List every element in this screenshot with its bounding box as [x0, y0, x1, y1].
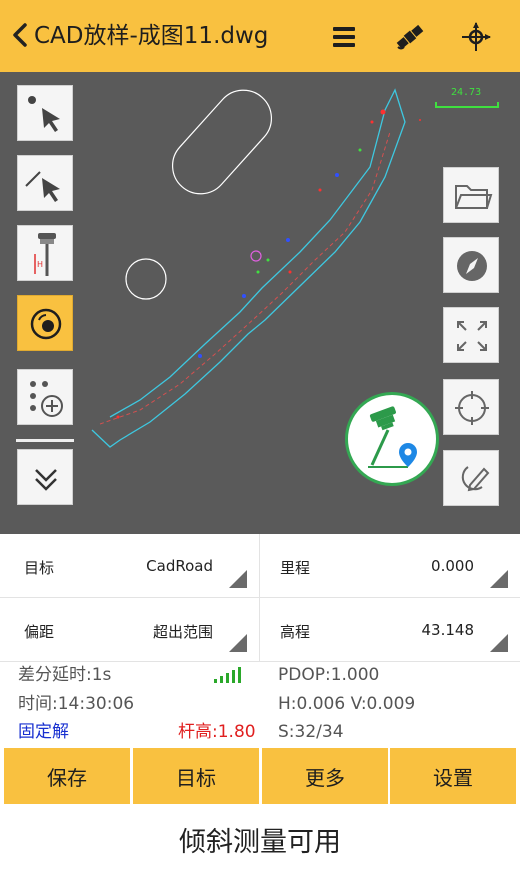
select-line-icon	[25, 171, 60, 202]
more-button[interactable]: 更多	[262, 748, 388, 804]
elevation-label: 高程	[280, 623, 311, 641]
rover-pole-icon: H	[34, 233, 56, 276]
satellite-count-text: S:32/34	[278, 722, 344, 742]
pole-height-text[interactable]: 杆高:1.80	[178, 721, 256, 743]
stakeout-info-panel: 目标 CadRoad 里程 0.000 偏距 超出范围 高程 43.148	[0, 534, 520, 662]
road-boundary	[91, 88, 406, 448]
locate-icon	[455, 391, 489, 425]
satellite-icon	[396, 24, 424, 50]
list-button[interactable]	[327, 20, 361, 54]
circle-shape	[125, 258, 167, 300]
fullscreen-tool[interactable]	[443, 307, 499, 363]
expand-down-icon	[35, 469, 57, 491]
settings-button[interactable]: 设置	[390, 748, 516, 804]
offset-value: 超出范围	[152, 623, 213, 641]
add-points-icon	[30, 381, 63, 417]
target-label: 目标	[24, 559, 55, 577]
mileage-value: 0.000	[431, 557, 474, 575]
locate-button[interactable]	[459, 20, 493, 54]
elevation-field[interactable]: 高程 43.148	[260, 598, 520, 662]
target-lock-tool[interactable]	[17, 295, 73, 351]
toolbar-divider	[16, 439, 74, 442]
tilt-survey-notice: 倾斜测量可用	[179, 827, 341, 858]
select-line-tool[interactable]	[17, 155, 73, 211]
time-text: 时间:14:30:06	[18, 694, 135, 714]
elevation-value: 43.148	[421, 621, 475, 639]
gnss-receiver-button[interactable]	[345, 392, 439, 486]
expand-tools-button[interactable]	[17, 449, 73, 505]
scale-label: 24.73	[451, 87, 482, 98]
locate-tool[interactable]	[443, 379, 499, 435]
capsule-shape	[171, 89, 273, 195]
gnss-receiver-icon	[368, 406, 417, 468]
cad-drawing[interactable]	[0, 72, 520, 534]
mileage-label: 里程	[280, 559, 311, 577]
target-button[interactable]: 目标	[133, 748, 259, 804]
folder-icon	[455, 185, 493, 209]
back-button[interactable]	[12, 22, 28, 53]
cad-map-view[interactable]: 24.73 H	[0, 72, 520, 534]
svg-text:H: H	[37, 260, 43, 269]
mileage-field[interactable]: 里程 0.000	[260, 534, 520, 598]
rover-pole-tool[interactable]: H	[17, 225, 73, 281]
draw-icon	[461, 466, 490, 492]
fullscreen-icon	[457, 321, 487, 351]
crosshair-icon	[462, 22, 491, 51]
dropdown-corner-icon	[490, 634, 508, 652]
signal-strength-icon	[214, 667, 241, 683]
hv-precision-text: H:0.006 V:0.009	[278, 694, 416, 714]
save-button[interactable]: 保存	[4, 748, 130, 804]
target-value: CadRoad	[146, 557, 213, 575]
pdop-text: PDOP:1.000	[278, 665, 380, 685]
target-lock-icon	[30, 308, 62, 340]
draw-tool[interactable]	[443, 450, 499, 506]
scale-bar	[435, 102, 499, 108]
gnss-status-panel: 差分延时:1s 时间:14:30:06 固定解 杆高:1.80 PDOP:1.0…	[0, 662, 520, 746]
chevron-left-icon	[13, 23, 27, 47]
compass-tool[interactable]	[443, 237, 499, 293]
select-point-icon	[28, 96, 60, 132]
offset-label: 偏距	[24, 623, 55, 641]
dropdown-corner-icon	[229, 634, 247, 652]
road-centerline	[99, 131, 391, 425]
add-points-tool[interactable]	[17, 369, 73, 425]
solution-status: 固定解	[18, 722, 69, 742]
dropdown-corner-icon	[490, 570, 508, 588]
select-point-tool[interactable]	[17, 85, 73, 141]
list-icon	[333, 27, 355, 47]
page-title: CAD放样-成图11.dwg	[34, 23, 269, 49]
diff-delay-text: 差分延时:1s	[18, 665, 112, 685]
compass-icon	[457, 251, 487, 281]
target-field[interactable]: 目标 CadRoad	[0, 534, 260, 598]
open-file-tool[interactable]	[443, 167, 499, 223]
dropdown-corner-icon	[229, 570, 247, 588]
offset-field[interactable]: 偏距 超出范围	[0, 598, 260, 662]
satellite-button[interactable]	[393, 20, 427, 54]
top-bar: CAD放样-成图11.dwg	[0, 0, 520, 72]
